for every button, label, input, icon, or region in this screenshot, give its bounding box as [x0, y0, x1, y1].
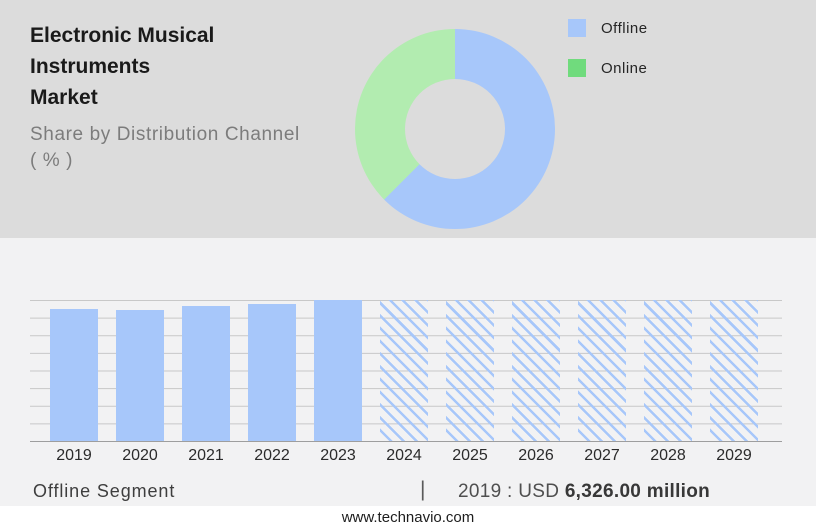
bar-2027 [578, 300, 626, 441]
donut-hole [405, 79, 505, 179]
segment-label: Offline Segment [33, 481, 176, 501]
market-value-prefix: 2019 : USD [458, 481, 565, 502]
bar-2019 [50, 309, 98, 441]
donut-chart [355, 29, 555, 229]
x-axis-label-2027: 2027 [584, 447, 620, 464]
market-value-annotation: 2019 : USD 6,326.00 million [458, 481, 710, 503]
donut-legend: Offline Online [568, 18, 648, 98]
footer-bar: www.technavio.com [0, 506, 816, 528]
header-panel: Electronic Musical Instruments Market Sh… [0, 0, 816, 238]
legend-label-offline: Offline [601, 19, 648, 37]
bar-2025 [446, 300, 494, 441]
bar-2020 [116, 310, 164, 441]
legend-swatch-offline [568, 19, 586, 37]
x-axis-label-2029: 2029 [716, 447, 752, 464]
bar-2022 [248, 304, 296, 441]
bar-chart-panel: 2019 2020 2021 2022 2023 2024 2025 2026 2027 2028… [0, 238, 816, 506]
x-axis-label-2026: 2026 [518, 447, 554, 464]
legend-label-online: Online [601, 59, 648, 77]
divider-bar: | [420, 478, 426, 501]
market-value-amount: 6,326.00 million [564, 481, 711, 502]
legend-item-offline: Offline [568, 18, 648, 38]
bar-2024 [380, 300, 428, 441]
bar-2029 [710, 300, 758, 441]
x-axis-label-2020: 2020 [122, 447, 158, 464]
bar-2023 [314, 300, 362, 441]
bar-2021 [182, 306, 230, 441]
chart-subtitle-line2: ( % ) [30, 150, 74, 171]
legend-swatch-online [568, 59, 586, 77]
x-axis-labels: 2019 2020 2021 2022 2023 2024 2025 2026 2027 2028… [30, 447, 782, 469]
subtitle-block: Share by Distribution Channel ( % ) [30, 122, 340, 174]
x-axis-label-2024: 2024 [386, 447, 422, 464]
x-axis-label-2021: 2021 [188, 447, 224, 464]
legend-item-online: Online [568, 58, 648, 78]
bar-2028 [644, 300, 692, 441]
website-url: www.technavio.com [341, 508, 475, 526]
x-axis-label-2022: 2022 [254, 447, 290, 464]
x-axis-label-2019: 2019 [56, 447, 92, 464]
page-title-line1: Electronic Musical Instruments [30, 24, 215, 78]
x-axis-label-2025: 2025 [452, 447, 488, 464]
title-block: Electronic Musical Instruments Market Sh… [30, 20, 340, 174]
bar-2026 [512, 300, 560, 441]
bar-chart-plot [30, 300, 782, 442]
chart-subtitle-line1: Share by Distribution Channel [30, 124, 300, 145]
x-axis-label-2023: 2023 [320, 447, 356, 464]
page-title-line2: Market [30, 86, 98, 109]
x-axis-label-2028: 2028 [650, 447, 686, 464]
